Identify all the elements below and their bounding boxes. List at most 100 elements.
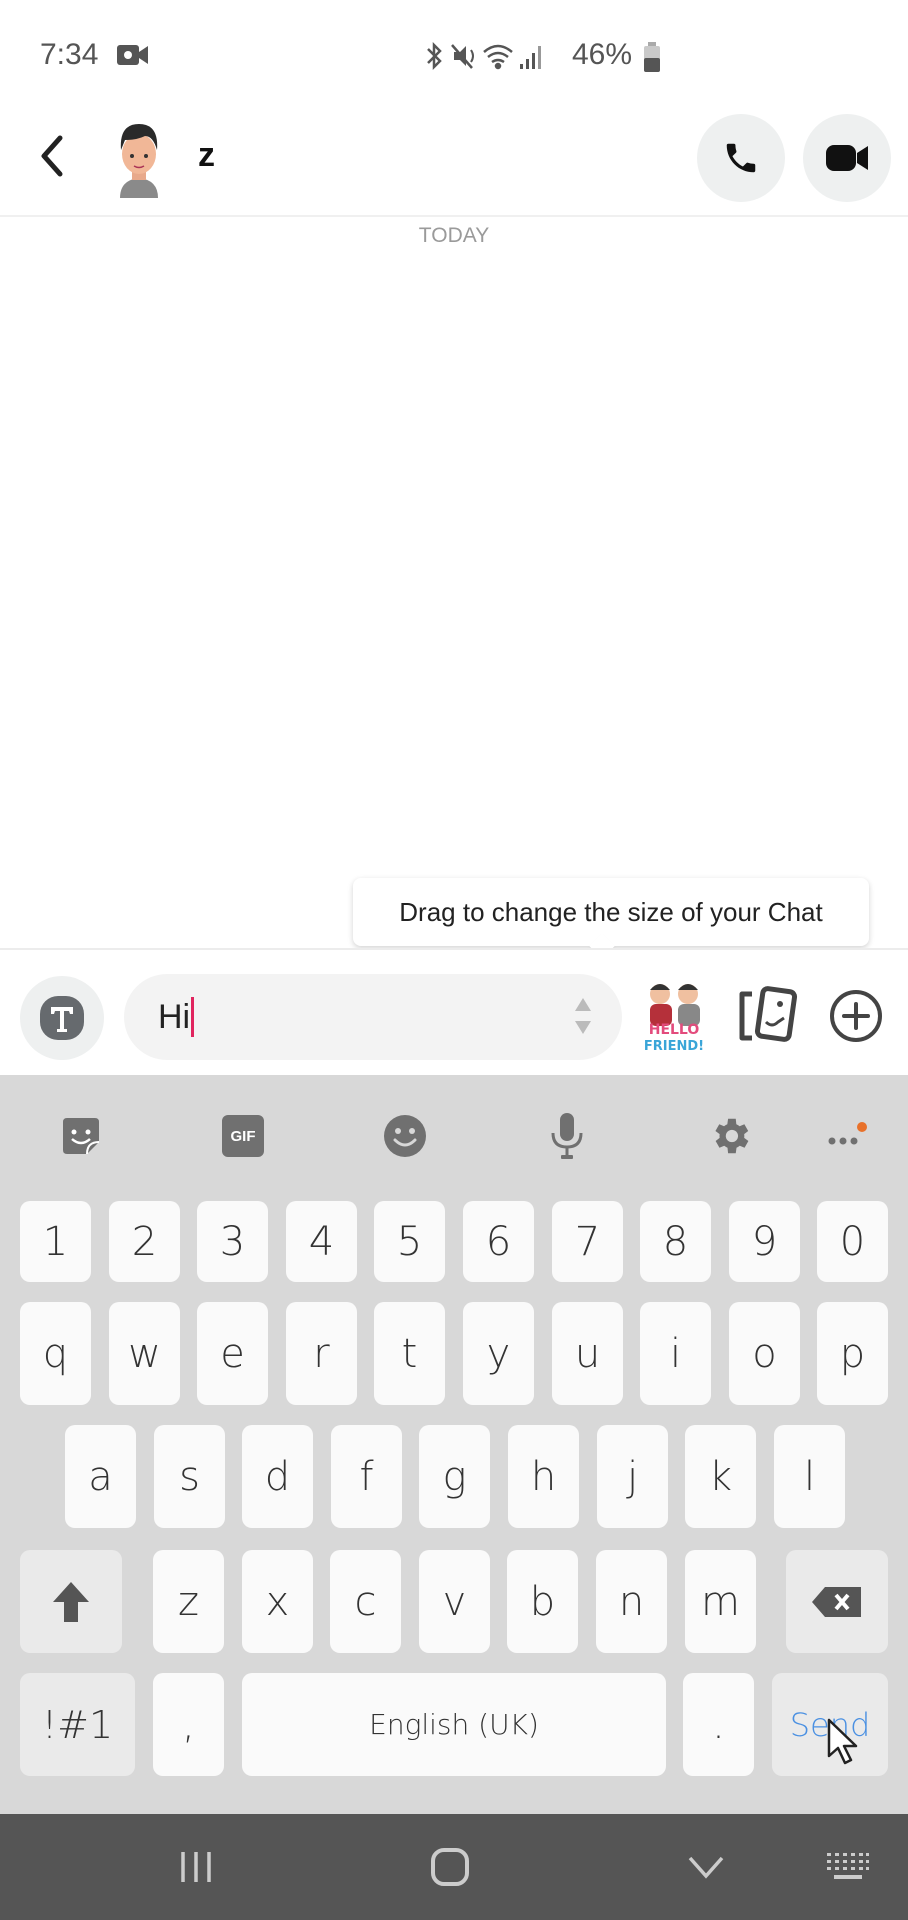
key-a[interactable]: a <box>65 1425 136 1528</box>
contact-avatar[interactable] <box>110 120 168 198</box>
message-text[interactable]: Hi <box>158 998 190 1037</box>
key-e[interactable]: e <box>197 1302 268 1405</box>
keyboard-settings-button[interactable] <box>706 1111 754 1161</box>
key-u[interactable]: u <box>552 1302 623 1405</box>
symbols-key[interactable]: !#1 <box>20 1673 135 1776</box>
key-9[interactable]: 9 <box>729 1201 800 1282</box>
keyboard-switch-icon <box>827 1853 869 1879</box>
key-2[interactable]: 2 <box>109 1201 180 1282</box>
key-f[interactable]: f <box>331 1425 402 1528</box>
hide-keyboard-icon <box>688 1856 724 1879</box>
text-caret <box>191 997 195 1037</box>
memories-icon <box>739 986 798 1042</box>
shift-key[interactable] <box>20 1550 122 1653</box>
key-m[interactable]: m <box>685 1550 756 1653</box>
microphone-icon <box>551 1113 583 1159</box>
key-r[interactable]: r <box>286 1302 357 1405</box>
video-camera-icon <box>826 145 868 171</box>
period-key[interactable]: . <box>683 1673 754 1776</box>
text-style-button[interactable] <box>20 976 104 1060</box>
key-x[interactable]: x <box>242 1550 313 1653</box>
key-1[interactable]: 1 <box>20 1201 91 1282</box>
chat-header: z <box>0 110 908 217</box>
key-4[interactable]: 4 <box>286 1201 357 1282</box>
gif-button[interactable]: GIF <box>219 1111 267 1161</box>
key-n[interactable]: n <box>596 1550 667 1653</box>
phone-icon <box>726 143 756 173</box>
message-input[interactable]: Hi <box>124 974 622 1060</box>
system-nav-bar <box>0 1814 908 1920</box>
resize-handle[interactable] <box>574 994 592 1038</box>
key-q[interactable]: q <box>20 1302 91 1405</box>
notification-dot <box>857 1122 867 1132</box>
key-y[interactable]: y <box>463 1302 534 1405</box>
chat-input-bar: Hi HELLO FRIEND! <box>0 948 908 1075</box>
key-g[interactable]: g <box>419 1425 490 1528</box>
key-6[interactable]: 6 <box>463 1201 534 1282</box>
settings-icon <box>715 1118 749 1154</box>
key-v[interactable]: v <box>419 1550 490 1653</box>
mouse-cursor-icon <box>826 1718 860 1771</box>
home-button[interactable] <box>429 1842 471 1892</box>
emoji-button[interactable] <box>381 1111 429 1161</box>
battery-icon <box>642 42 662 72</box>
key-7[interactable]: 7 <box>552 1201 623 1282</box>
hide-keyboard-button[interactable] <box>688 1842 724 1892</box>
key-t[interactable]: t <box>374 1302 445 1405</box>
signal-icon <box>520 46 541 69</box>
backspace-key[interactable] <box>786 1550 888 1653</box>
resize-tooltip: Drag to change the size of your Chat <box>353 878 869 946</box>
screen-record-icon <box>117 44 149 66</box>
recent-apps-button[interactable] <box>176 1842 216 1892</box>
key-l[interactable]: l <box>774 1425 845 1528</box>
voice-call-button[interactable] <box>697 114 785 202</box>
date-separator: TODAY <box>418 224 490 247</box>
more-icon <box>828 1122 867 1145</box>
backspace-icon <box>812 1586 861 1617</box>
key-w[interactable]: w <box>109 1302 180 1405</box>
more-options-button[interactable] <box>828 988 884 1044</box>
key-h[interactable]: h <box>508 1425 579 1528</box>
key-i[interactable]: i <box>640 1302 711 1405</box>
memories-button[interactable] <box>736 986 798 1046</box>
bitmoji-sticker[interactable]: HELLO FRIEND! <box>640 978 708 1054</box>
gif-label: GIF <box>230 1127 256 1145</box>
key-s[interactable]: s <box>154 1425 225 1528</box>
space-key[interactable]: English (UK) <box>242 1673 666 1776</box>
key-p[interactable]: p <box>817 1302 888 1405</box>
status-bar: 7:34 46% <box>0 0 908 110</box>
voice-input-button[interactable] <box>543 1111 591 1161</box>
keyboard-switch-button[interactable] <box>826 1842 870 1892</box>
contact-name[interactable]: z <box>198 136 215 175</box>
home-icon <box>431 1848 469 1886</box>
key-j[interactable]: j <box>597 1425 668 1528</box>
back-button[interactable] <box>32 132 72 180</box>
recent-apps-icon <box>181 1852 211 1882</box>
key-c[interactable]: c <box>330 1550 401 1653</box>
keyboard: GIF !#1 , English (UK) . Send 1234567890… <box>0 1075 908 1814</box>
key-8[interactable]: 8 <box>640 1201 711 1282</box>
shift-icon <box>53 1581 89 1622</box>
comma-key[interactable]: , <box>153 1673 224 1776</box>
key-3[interactable]: 3 <box>197 1201 268 1282</box>
chevron-left-icon <box>41 135 63 177</box>
battery-percentage: 46% <box>572 38 633 71</box>
key-0[interactable]: 0 <box>817 1201 888 1282</box>
key-z[interactable]: z <box>153 1550 224 1653</box>
key-d[interactable]: d <box>242 1425 313 1528</box>
sticker-text-hello: HELLO <box>649 1022 700 1038</box>
sticker-button[interactable] <box>57 1111 105 1161</box>
key-b[interactable]: b <box>507 1550 578 1653</box>
text-style-icon <box>40 996 84 1040</box>
mute-icon <box>451 44 474 69</box>
more-button[interactable] <box>822 1111 870 1161</box>
status-time: 7:34 <box>40 38 99 71</box>
video-call-button[interactable] <box>803 114 891 202</box>
sticker-text-friend: FRIEND! <box>644 1039 704 1054</box>
resize-handle-icon <box>575 998 591 1034</box>
bluetooth-icon <box>427 41 442 71</box>
tooltip-text: Drag to change the size of your Chat <box>399 896 823 927</box>
key-5[interactable]: 5 <box>374 1201 445 1282</box>
key-o[interactable]: o <box>729 1302 800 1405</box>
key-k[interactable]: k <box>685 1425 756 1528</box>
